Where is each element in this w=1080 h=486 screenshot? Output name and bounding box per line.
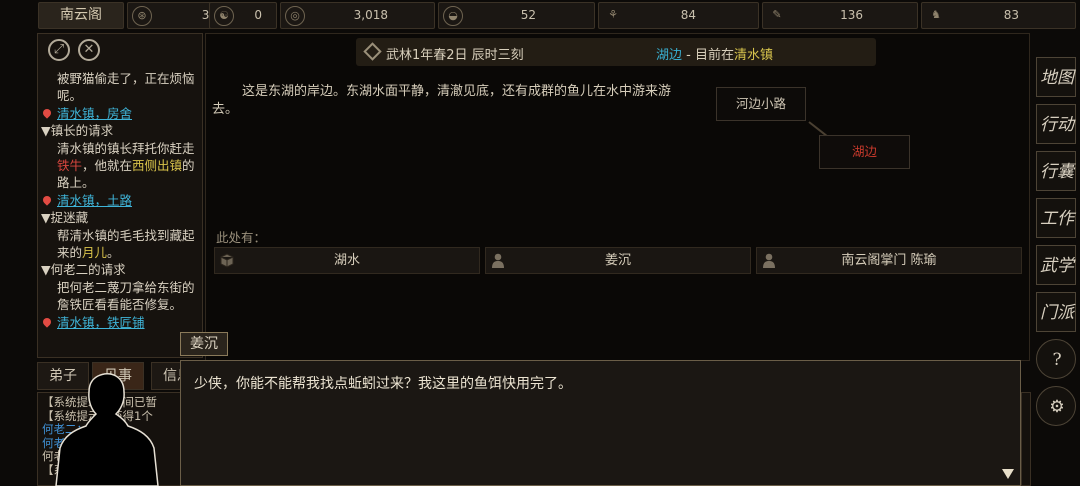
quest-title[interactable]: ▼镇长的请求 — [41, 122, 201, 139]
coin-icon: ◎ — [285, 6, 305, 26]
person-icon — [492, 253, 504, 268]
speaker-portrait — [55, 372, 159, 486]
swirl-icon: ⊛ — [132, 6, 152, 26]
resource-6-value: 136 — [840, 8, 863, 22]
speaker-name: 姜沉 — [180, 332, 228, 356]
resource-2: ☯ 0 — [209, 2, 277, 29]
entity-name: 湖水 — [333, 253, 360, 268]
action-label: 行动 — [1040, 115, 1074, 135]
yin-yang-icon: ☯ — [214, 6, 234, 26]
help-button[interactable]: ? — [1036, 339, 1076, 379]
brush-icon: ✎ — [772, 8, 782, 21]
work-button[interactable]: 工作 — [1036, 198, 1076, 238]
sect-label: 门派 — [1040, 303, 1074, 323]
continue-arrow-icon[interactable] — [1002, 469, 1014, 479]
resource-5: ⚘ 84 — [598, 2, 759, 29]
map-pin-icon — [41, 194, 53, 206]
here-label: 此处有： — [216, 230, 267, 245]
quest-intro: 被野猫偷走了，正在烦恼呢。 — [57, 71, 195, 104]
resource-3: ◎ 3,018 — [280, 2, 435, 29]
map-label: 地图 — [1040, 68, 1074, 88]
gear-icon: ⚙ — [1049, 397, 1065, 417]
work-label: 工作 — [1040, 209, 1074, 229]
quest-title[interactable]: ▼捉迷藏 — [41, 209, 201, 226]
resource-5-value: 84 — [680, 8, 696, 22]
quest-location-link[interactable]: 清水镇，房舍 — [41, 105, 201, 122]
food-bowl-icon: ◒ — [443, 6, 463, 26]
resource-3-value: 3,018 — [353, 8, 388, 22]
entity-sect-master[interactable]: 南云阁掌门 陈瑜 — [756, 247, 1022, 274]
entity-name: 姜沉 — [604, 253, 631, 268]
game-date: 武林1年春2日 辰时三刻 — [386, 48, 524, 63]
entity-lake-water[interactable]: 湖水 — [214, 247, 480, 274]
entity-name: 南云阁掌门 陈瑜 — [841, 253, 937, 268]
resource-bar: 南云阁 ⊛ 30 ☯ 0 ◎ 3,018 ◒ 52 ⚘ 84 ✎ 136 ♞ 8… — [36, 2, 1080, 31]
inventory-label: 行囊 — [1040, 162, 1074, 182]
quest-desc: 清水镇的镇长拜托你赶走铁牛，他就在西侧出镇的路上。 — [57, 140, 195, 191]
resource-4: ◒ 52 — [438, 2, 595, 29]
quest-title[interactable]: ▼何老二的请求 — [41, 261, 201, 278]
herb-icon: ⚘ — [608, 8, 618, 21]
sect-name: 南云阁 — [60, 7, 102, 23]
quest-desc: 把何老二蔑刀拿给东街的詹铁匠看看能否修复。 — [57, 279, 195, 313]
martial-arts-button[interactable]: 武学 — [1036, 245, 1076, 285]
map-button[interactable]: 地图 — [1036, 57, 1076, 97]
sect-name-badge[interactable]: 南云阁 — [38, 2, 124, 29]
quest-location-link[interactable]: 清水镇，铁匠铺 — [41, 314, 201, 331]
scene-panel: 武林1年春2日 辰时三刻 湖边 - 目前在清水镇 这是东湖的岸边。东湖水面平静，… — [205, 33, 1030, 361]
map-pin-icon — [41, 107, 53, 119]
side-menu: 地图 行动 行囊 工作 武学 门派 ? ⚙ — [1033, 33, 1080, 486]
settings-button[interactable]: ⚙ — [1036, 386, 1076, 426]
resource-7: ♞ 83 — [921, 2, 1076, 29]
help-icon: ? — [1052, 350, 1062, 370]
map-node-lakeside[interactable]: 湖边 — [819, 135, 910, 169]
resource-6: ✎ 136 — [762, 2, 918, 29]
martial-arts-label: 武学 — [1040, 256, 1074, 276]
map-pin-icon — [41, 316, 53, 328]
expand-icon[interactable]: ⤢ — [48, 39, 70, 61]
beast-icon: ♞ — [931, 8, 941, 21]
map-node-riverside-path[interactable]: 河边小路 — [716, 87, 806, 121]
quest-location-link[interactable]: 清水镇，土路 — [41, 192, 201, 209]
action-button[interactable]: 行动 — [1036, 104, 1076, 144]
dialog-box[interactable]: 少侠，你能不能帮我找点蚯蚓过来？我这里的鱼饵快用完了。 — [180, 360, 1021, 486]
quest-panel: ⤢ ✕ 被野猫偷走了，正在烦恼呢。 清水镇，房舍 ▼镇长的请求 清水镇的镇长拜托… — [37, 33, 203, 358]
close-icon[interactable]: ✕ — [78, 39, 100, 61]
quest-desc: 帮清水镇的毛毛找到藏起来的月儿。 — [57, 227, 195, 261]
scene-header: 武林1年春2日 辰时三刻 湖边 - 目前在清水镇 — [356, 38, 876, 66]
sect-button[interactable]: 门派 — [1036, 292, 1076, 332]
quest-list: 被野猫偷走了，正在烦恼呢。 清水镇，房舍 ▼镇长的请求 清水镇的镇长拜托你赶走铁… — [41, 70, 201, 331]
resource-2-value: 0 — [254, 8, 262, 22]
current-location: 湖边 - 目前在清水镇 — [656, 48, 773, 63]
entity-jiang-chen[interactable]: 姜沉 — [485, 247, 751, 274]
log-scrollbar[interactable] — [1021, 392, 1031, 486]
scene-description: 这是东湖的岸边。东湖水面平静，清澈见底，还有成群的鱼儿在水中游来游去。 — [212, 84, 672, 117]
resource-4-value: 52 — [520, 8, 536, 22]
person-icon — [763, 253, 775, 268]
box-icon — [220, 253, 234, 268]
resource-7-value: 83 — [1003, 8, 1019, 22]
inventory-button[interactable]: 行囊 — [1036, 151, 1076, 191]
dialog-text: 少侠，你能不能帮我找点蚯蚓过来？我这里的鱼饵快用完了。 — [194, 376, 572, 392]
calendar-icon — [363, 42, 382, 61]
